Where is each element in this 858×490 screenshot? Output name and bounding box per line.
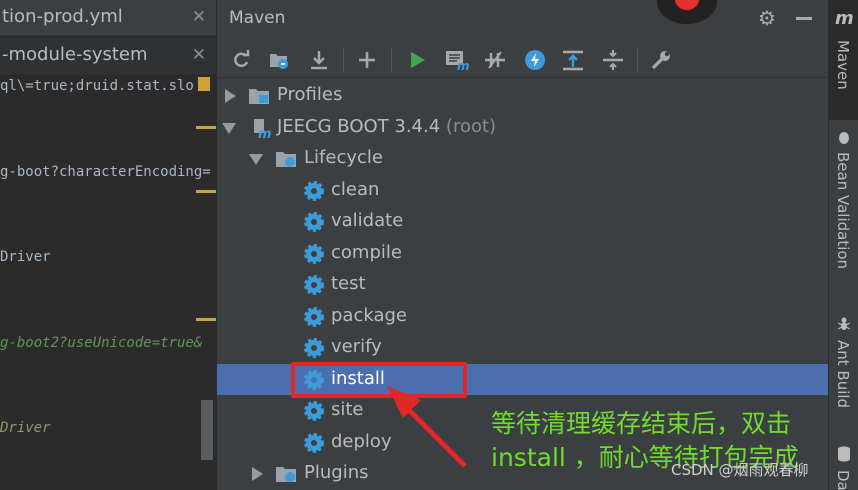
editor-tab-label: tion-prod.yml (2, 6, 123, 27)
editor-tab-module-system[interactable]: -module-system ✕ (0, 38, 216, 74)
tool-tab-label: Maven (834, 40, 852, 90)
tree-item-label: test (331, 273, 366, 294)
run-icon[interactable] (401, 44, 433, 76)
folder-icon (249, 89, 269, 104)
lifecycle-folder-icon (276, 152, 296, 167)
gear-icon (304, 433, 324, 453)
minimize-icon[interactable] (796, 17, 812, 20)
tree-item-label: validate (331, 210, 404, 231)
code-line: ql\=true;druid.stat.slo (0, 78, 194, 94)
editor-tab-prod-yml[interactable]: tion-prod.yml ✕ (0, 0, 216, 36)
project-name: JEECG BOOT 3.4.4 (277, 116, 441, 137)
fold-marker (196, 126, 216, 129)
right-tool-strip: m Maven Bean Validation Ant Build Da (828, 0, 858, 490)
show-dependencies-icon[interactable] (557, 44, 589, 76)
tree-item-label: verify (331, 336, 382, 357)
gear-icon (304, 181, 324, 201)
maven-panel: Maven ⚙ m Profiles m JEECG BOOT 3.4.4 (r… (216, 0, 829, 490)
collapse-all-icon[interactable] (597, 44, 629, 76)
toolbar-separator (391, 48, 392, 72)
gear-icon[interactable]: ⚙ (758, 6, 776, 30)
annotation-line: 等待清理缓存结束后，双击 (491, 409, 792, 438)
tree-item-label: Lifecycle (304, 147, 383, 168)
toggle-offline-icon[interactable] (479, 44, 511, 76)
fold-marker (196, 318, 216, 321)
tree-item-label: Profiles (277, 84, 343, 105)
maven-toolbar: m (217, 42, 829, 78)
recording-indicator-icon (657, 0, 717, 24)
chevron-down-icon[interactable] (222, 123, 236, 134)
execute-goal-icon[interactable]: m (441, 44, 473, 76)
toolbar-separator (637, 48, 638, 72)
add-icon[interactable] (351, 44, 383, 76)
settings-wrench-icon[interactable] (645, 44, 677, 76)
tool-tab-maven[interactable]: m Maven (829, 0, 858, 120)
database-icon (836, 446, 852, 466)
maven-header: Maven ⚙ (217, 0, 829, 38)
tree-item-phase-validate[interactable]: validate (217, 206, 829, 237)
panel-title: Maven (229, 8, 286, 28)
annotation-arrow-icon (387, 386, 467, 468)
tree-item-phase-verify[interactable]: verify (217, 332, 829, 363)
code-line: Driver (0, 249, 51, 265)
tree-item-phase-clean[interactable]: clean (217, 175, 829, 206)
chevron-right-icon[interactable] (252, 467, 263, 481)
editor-tab-label: -module-system (2, 44, 148, 65)
svg-text:m: m (457, 59, 469, 71)
gear-icon (304, 401, 324, 421)
chevron-right-icon[interactable] (225, 89, 236, 103)
tree-item-label: JEECG BOOT 3.4.4 (root) (277, 116, 496, 137)
gear-icon (304, 244, 324, 264)
root-suffix: (root) (445, 116, 497, 137)
close-icon[interactable]: ✕ (192, 45, 206, 65)
watermark: CSDN @烟雨观春柳 (671, 461, 809, 479)
code-line: g-boot?characterEncoding= (0, 164, 211, 180)
tree-item-label: package (331, 305, 407, 326)
tree-item-label: clean (331, 179, 380, 200)
tree-item-project[interactable]: m JEECG BOOT 3.4.4 (root) (217, 112, 829, 143)
editor-area: tion-prod.yml ✕ -module-system ✕ ql\=tru… (0, 0, 216, 490)
toolbar-separator (343, 48, 344, 72)
close-icon[interactable]: ✕ (192, 7, 206, 27)
code-line: Driver (0, 420, 51, 436)
tool-tab-database[interactable]: Da (829, 444, 858, 490)
tree-item-lifecycle[interactable]: Lifecycle (217, 143, 829, 174)
tree-item-label: compile (331, 242, 402, 263)
reload-icon[interactable] (225, 44, 257, 76)
generate-sources-icon[interactable] (263, 44, 295, 76)
tree-item-profiles[interactable]: Profiles (217, 80, 829, 111)
tool-tab-ant-build[interactable]: Ant Build (829, 314, 858, 414)
plugins-folder-icon (276, 467, 296, 482)
tree-item-phase-package[interactable]: package (217, 301, 829, 332)
gear-icon (304, 307, 324, 327)
maven-project-icon: m (254, 119, 272, 139)
code-line: g-boot2?useUnicode=true& (0, 335, 203, 351)
bean-icon (837, 130, 851, 144)
chevron-down-icon[interactable] (249, 154, 263, 165)
tree-item-phase-compile[interactable]: compile (217, 238, 829, 269)
tool-tab-label: Da (834, 470, 852, 490)
tool-tab-bean-validation[interactable]: Bean Validation (829, 126, 858, 276)
download-icon[interactable] (303, 44, 335, 76)
gear-icon (304, 275, 324, 295)
gear-icon (304, 212, 324, 232)
tool-tab-label: Ant Build (834, 340, 852, 409)
tree-item-label: Plugins (304, 462, 369, 483)
svg-text:m: m (258, 127, 272, 139)
editor-scrollbar[interactable] (201, 400, 213, 460)
skip-tests-icon[interactable] (519, 44, 551, 76)
warning-marker (198, 77, 210, 91)
tree-item-label: site (331, 399, 364, 420)
tool-tab-label: Bean Validation (834, 152, 852, 270)
maven-m-icon: m (835, 8, 854, 29)
tree-item-phase-test[interactable]: test (217, 269, 829, 300)
gear-icon (304, 338, 324, 358)
fold-marker (196, 190, 216, 193)
ant-icon (836, 316, 852, 336)
